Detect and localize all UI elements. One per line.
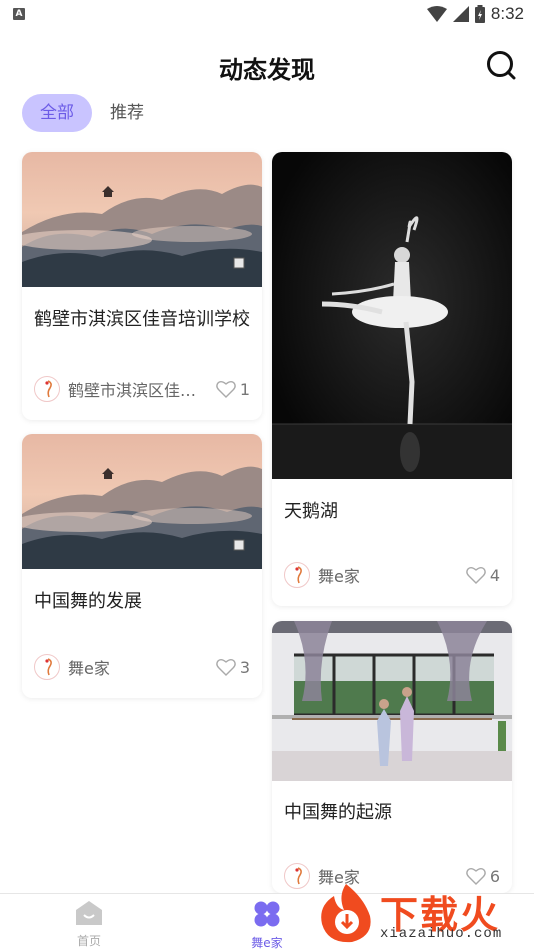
post-title: 中国舞的发展: [34, 591, 142, 612]
battery-icon: [474, 5, 485, 23]
watermark-url: xiazaihuo.com: [380, 926, 503, 942]
filter-tabs: 全部 推荐: [22, 94, 162, 132]
post-meta: 舞e家 4: [284, 560, 500, 590]
watermark: 下载火 xiazaihuo.com: [314, 880, 528, 946]
heart-icon: [215, 381, 236, 398]
author-name: 舞e家: [68, 659, 110, 678]
signal-icon: [452, 6, 469, 22]
avatar: [34, 376, 60, 402]
like-count: 4: [489, 565, 500, 585]
home-icon: [76, 901, 102, 925]
notification-icon: A: [13, 8, 25, 20]
author-name: 鹤壁市淇滨区佳…: [68, 381, 197, 400]
grid-icon: [254, 901, 280, 927]
clock: 8:32: [490, 4, 524, 23]
like-count: 1: [239, 379, 250, 399]
header: 动态发现: [0, 44, 534, 90]
post-title: 天鹅湖: [284, 501, 338, 522]
like-button[interactable]: 4: [465, 565, 500, 585]
like-button[interactable]: 3: [215, 657, 250, 677]
avatar: [284, 863, 310, 889]
author-name: 舞e家: [318, 567, 360, 586]
post-image: [22, 434, 262, 569]
like-count: 3: [239, 657, 250, 677]
post-card[interactable]: 鹤壁市淇滨区佳音培训学校 鹤壁市淇滨区佳… 1: [22, 152, 262, 420]
like-button[interactable]: 1: [215, 379, 250, 399]
heart-icon: [215, 659, 236, 676]
post-image: [272, 621, 512, 781]
nav-dance-label: 舞e家: [251, 936, 283, 950]
post-image: [272, 152, 512, 479]
avatar: [284, 562, 310, 588]
status-bar: A 8:32: [0, 0, 534, 28]
post-meta: 鹤壁市淇滨区佳… 1: [34, 374, 250, 404]
search-icon[interactable]: [484, 48, 518, 82]
post-title: 中国舞的起源: [284, 802, 392, 823]
post-image: [22, 152, 262, 287]
flame-logo-icon: [321, 884, 371, 943]
post-card[interactable]: 中国舞的发展 舞e家 3: [22, 434, 262, 698]
page-title: 动态发现: [219, 56, 315, 84]
tab-all[interactable]: 全部: [22, 94, 92, 132]
nav-home[interactable]: 首页: [49, 900, 129, 949]
post-title: 鹤壁市淇滨区佳音培训学校: [34, 309, 250, 330]
wifi-icon: [426, 6, 447, 22]
nav-dance[interactable]: 舞e家: [227, 900, 307, 950]
heart-icon: [465, 567, 486, 584]
post-card[interactable]: 天鹅湖 舞e家 4: [272, 152, 512, 606]
avatar: [34, 654, 60, 680]
tab-recommend[interactable]: 推荐: [92, 94, 162, 132]
nav-home-label: 首页: [76, 934, 101, 948]
post-card[interactable]: 中国舞的起源 舞e家 6: [272, 621, 512, 893]
post-meta: 舞e家 3: [34, 652, 250, 682]
